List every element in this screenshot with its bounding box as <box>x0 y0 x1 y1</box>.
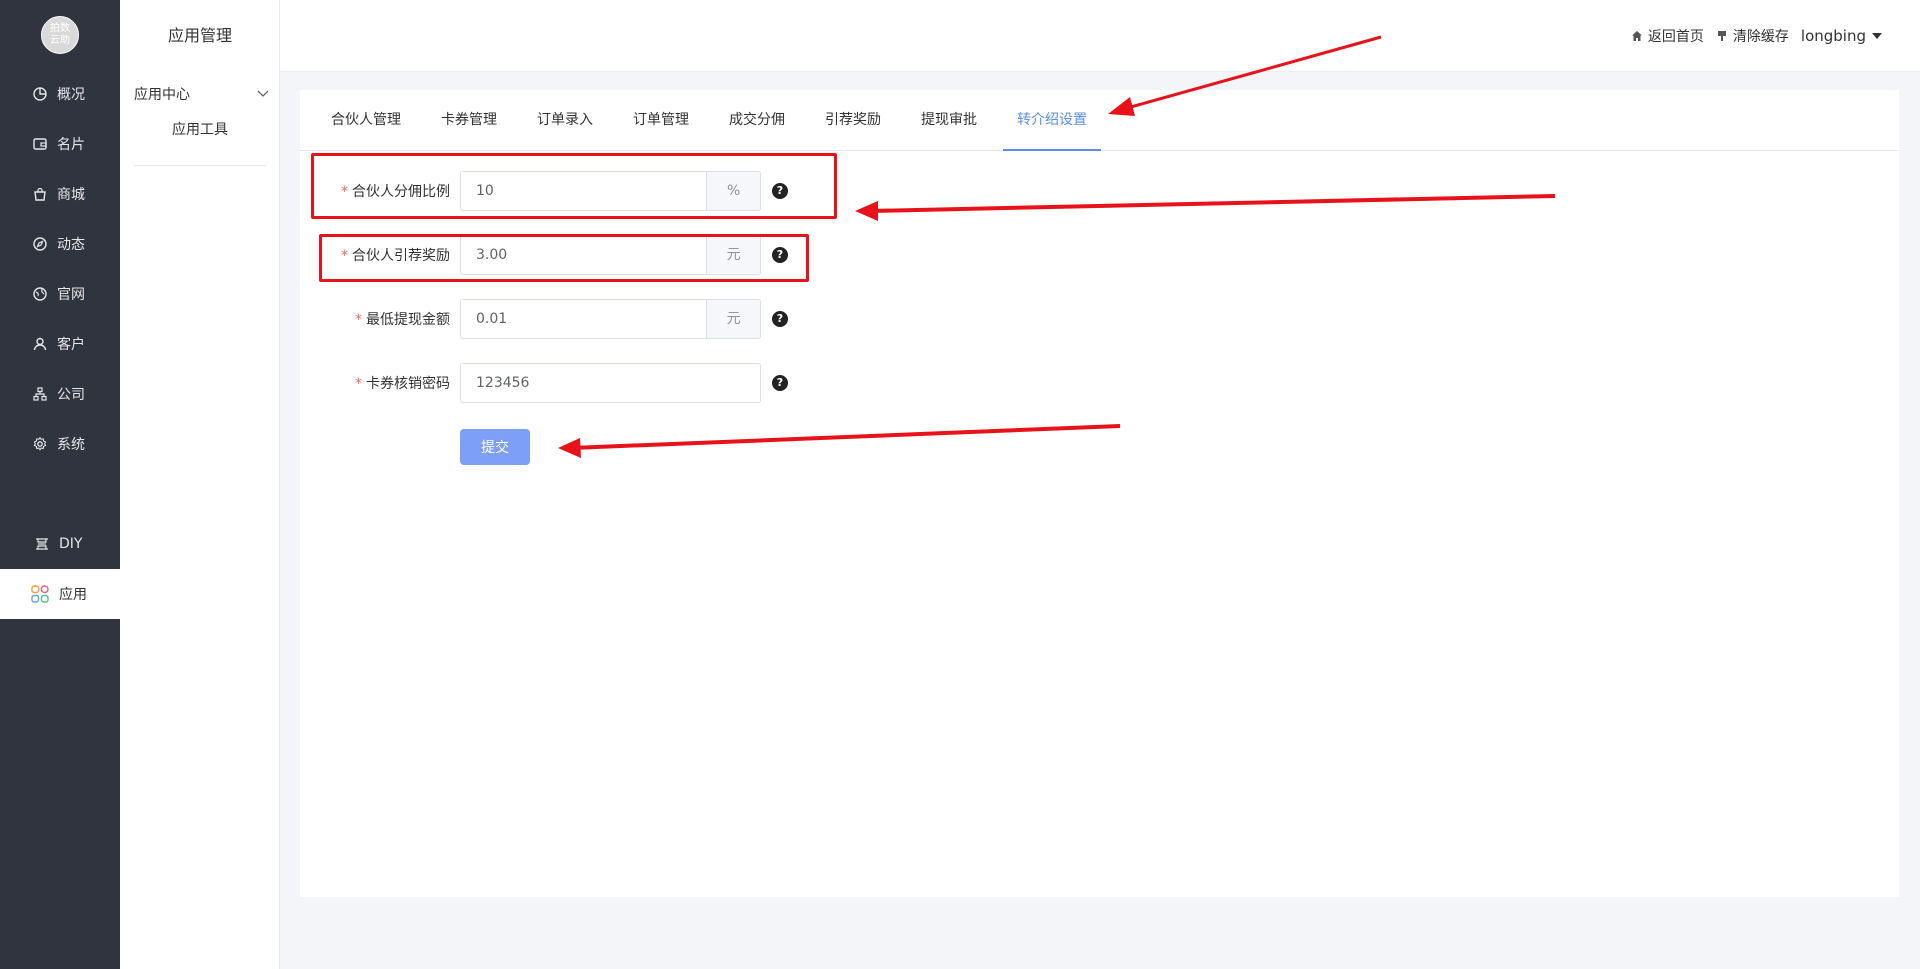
form-row-coupon-password: *卡券核销密码 ? <box>300 363 900 403</box>
sidebar-item-mall[interactable]: 商城 <box>0 169 120 219</box>
tab-bar: 合伙人管理 卡券管理 订单录入 订单管理 成交分佣 引荐奖励 提现审批 转介绍设… <box>300 90 1899 151</box>
diy-icon <box>35 537 49 551</box>
broom-icon <box>1716 30 1728 42</box>
input-group: 元 <box>460 299 761 339</box>
required-mark: * <box>355 376 362 392</box>
sidebar-item-apps[interactable]: 应用 <box>0 569 120 619</box>
input-group <box>460 363 761 403</box>
tab-coupon-management[interactable]: 卡券管理 <box>441 90 497 151</box>
submenu-group-app-center[interactable]: 应用中心 <box>134 84 269 104</box>
tab-referral-reward[interactable]: 引荐奖励 <box>825 90 881 151</box>
tab-deal-commission[interactable]: 成交分佣 <box>729 90 785 151</box>
caret-down-icon <box>1872 33 1882 39</box>
annotation-box-referral <box>319 234 809 282</box>
form-row-min-withdrawal: *最低提现金额 元 ? <box>300 299 900 339</box>
pie-chart-icon <box>33 87 47 101</box>
input-suffix: 元 <box>706 300 760 338</box>
sidebar-item-company[interactable]: 公司 <box>0 369 120 419</box>
logo: 拍数 云助 <box>41 16 79 54</box>
secondary-menu: 应用管理 应用中心 应用工具 <box>120 0 280 969</box>
top-header: 返回首页 清除缓存 longbing <box>280 0 1920 72</box>
sidebar-item-card[interactable]: 名片 <box>0 119 120 169</box>
field-label: * 卡券核销密码 <box>300 373 450 393</box>
logo-text: 拍数 云助 <box>50 23 70 46</box>
home-link-label: 返回首页 <box>1647 29 1704 45</box>
submenu-title: 应用管理 <box>167 26 232 45</box>
sidebar-item-diy[interactable]: DIY <box>0 519 120 569</box>
sidebar-item-label: 官网 <box>57 287 85 303</box>
tab-withdrawal-approval[interactable]: 提现审批 <box>921 90 977 151</box>
sidebar-item-label: 应用 <box>59 587 87 603</box>
sidebar-item-label: DIY <box>59 536 83 552</box>
field-label-text: 最低提现金额 <box>366 312 450 328</box>
tab-order-management[interactable]: 订单管理 <box>633 90 689 151</box>
submenu-divider <box>134 165 266 166</box>
submenu-item-app-tools[interactable]: 应用工具 <box>120 119 280 139</box>
required-mark: * <box>355 312 362 328</box>
sidebar-item-label: 商城 <box>57 187 85 203</box>
shopping-bag-icon <box>33 187 47 201</box>
user-icon <box>33 337 47 351</box>
field-label: * 最低提现金额 <box>300 309 450 329</box>
sidebar-item-website[interactable]: 官网 <box>0 269 120 319</box>
sidebar-item-label: 概况 <box>57 87 85 103</box>
home-icon <box>1631 30 1643 42</box>
wallet-icon <box>33 137 47 151</box>
sidebar-item-customer[interactable]: 客户 <box>0 319 120 369</box>
sidebar-item-overview[interactable]: 概况 <box>0 69 120 119</box>
user-menu[interactable]: longbing <box>1801 27 1882 45</box>
sidebar-item-dynamic[interactable]: 动态 <box>0 219 120 269</box>
sidebar-item-system[interactable]: 系统 <box>0 419 120 469</box>
compass-icon <box>33 237 47 251</box>
submit-button[interactable]: 提交 <box>460 429 530 465</box>
globe-icon <box>33 287 47 301</box>
username: longbing <box>1800 27 1866 45</box>
sidebar-item-label: 客户 <box>57 337 85 353</box>
chevron-down-icon <box>257 86 269 102</box>
min-withdrawal-input[interactable] <box>461 300 707 338</box>
tab-partner-management[interactable]: 合伙人管理 <box>331 90 401 151</box>
tab-referral-settings[interactable]: 转介绍设置 <box>1003 90 1101 151</box>
tab-order-entry[interactable]: 订单录入 <box>537 90 593 151</box>
annotation-box-commission <box>311 153 837 219</box>
coupon-password-input[interactable] <box>461 364 760 402</box>
main-sidebar: 拍数 云助 概况 名片 商城 动态 官网 客户 公司 系统 DIY 应用 <box>0 0 120 969</box>
clear-cache-label: 清除缓存 <box>1732 29 1789 45</box>
header-links: 返回首页 清除缓存 longbing <box>1619 26 1882 46</box>
sidebar-item-label: 系统 <box>57 437 85 453</box>
sidebar-item-label: 公司 <box>57 387 85 403</box>
org-chart-icon <box>33 387 47 401</box>
apps-grid-icon <box>31 585 49 603</box>
question-icon[interactable]: ? <box>772 311 788 327</box>
gear-icon <box>33 437 47 451</box>
question-icon[interactable]: ? <box>772 375 788 391</box>
sidebar-item-label: 动态 <box>57 237 85 253</box>
clear-cache-link[interactable]: 清除缓存 <box>1716 26 1789 46</box>
home-link[interactable]: 返回首页 <box>1631 26 1704 46</box>
sidebar-item-label: 名片 <box>57 137 85 153</box>
submenu-group-label: 应用中心 <box>134 87 190 103</box>
field-label-text: 卡券核销密码 <box>366 376 450 392</box>
